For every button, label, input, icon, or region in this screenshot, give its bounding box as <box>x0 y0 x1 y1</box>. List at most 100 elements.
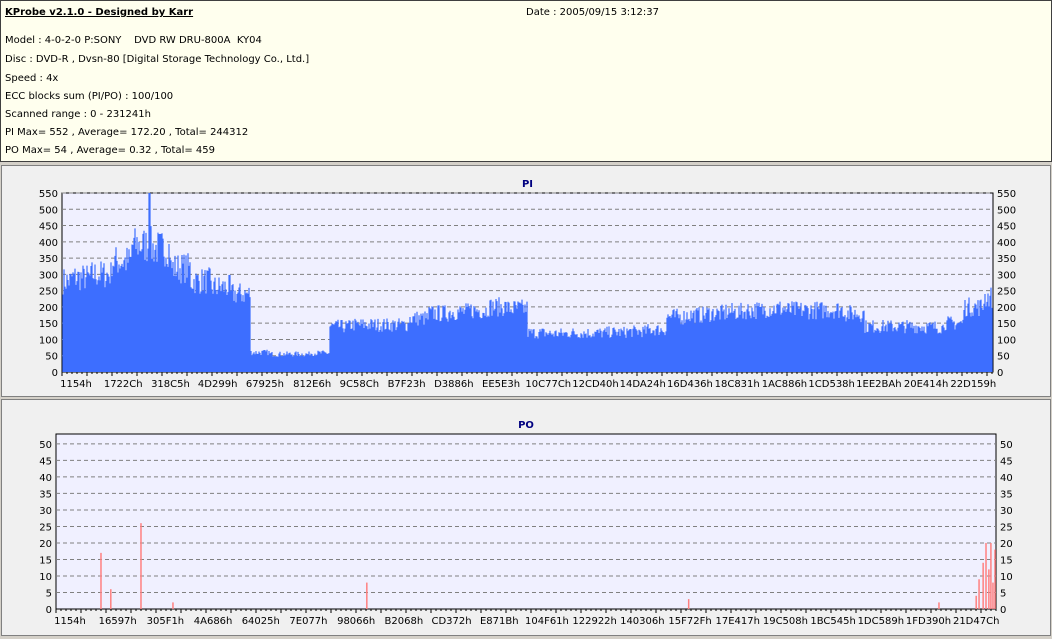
x-tick-label: 1154h <box>54 616 86 627</box>
x-tick-label: 1154h <box>60 379 92 390</box>
y-tick-label-right: 25 <box>1000 522 1013 533</box>
x-tick-label: 16D436h <box>667 379 713 390</box>
x-tick-label: 318C5h <box>151 379 190 390</box>
y-tick-label-right: 300 <box>997 270 1016 281</box>
x-tick-label: B7F23h <box>388 379 426 390</box>
pi-stats-line: PI Max= 552 , Average= 172.20 , Total= 2… <box>5 127 249 138</box>
scan-date: Date : 2005/09/15 3:12:37 <box>526 7 659 18</box>
y-tick-label-left: 20 <box>39 539 52 550</box>
y-tick-label-right: 45 <box>1000 456 1013 467</box>
x-tick-label: 140306h <box>620 616 665 627</box>
y-tick-label-right: 10 <box>1000 572 1013 583</box>
disc-line: Disc : DVD-R , Dvsn-80 [Digital Storage … <box>5 54 310 65</box>
x-tick-label: 9C58Ch <box>340 379 379 390</box>
y-tick-label-right: 40 <box>1000 473 1013 484</box>
x-tick-label: 21D47Ch <box>953 616 999 627</box>
y-tick-label-left: 50 <box>45 352 58 363</box>
y-tick-label-right: 50 <box>997 352 1010 363</box>
pi-chart-panel: PI 0 0 50 50 100 100 150 150 200 200 250 250 300 300 35… <box>1 165 1051 397</box>
y-tick-label-left: 300 <box>39 270 58 281</box>
x-tick-label: 104F61h <box>525 616 569 627</box>
po-stats-line: PO Max= 54 , Average= 0.32 , Total= 459 <box>5 145 215 156</box>
x-tick-label: E871Bh <box>480 616 519 627</box>
po-chart-panel: PO 0 0 5 5 10 10 15 15 20 20 25 25 30 30 35 35 40 40 45 45 50… <box>1 399 1051 636</box>
x-tick-label: 22D159h <box>950 379 996 390</box>
x-tick-label: 305F1h <box>147 616 185 627</box>
x-tick-label: EE5E3h <box>482 379 520 390</box>
x-tick-label: 10C77Ch <box>525 379 571 390</box>
y-tick-label-left: 25 <box>39 522 52 533</box>
y-tick-label-left: 100 <box>39 335 58 346</box>
y-tick-label-right: 15 <box>1000 555 1013 566</box>
po-chart: PO 0 0 5 5 10 10 15 15 20 20 25 25 30 30 35 35 40 40 45 45 50… <box>39 420 1013 627</box>
chart-title: PO <box>518 420 534 431</box>
x-tick-label: 812E6h <box>293 379 331 390</box>
x-tick-label: 19C508h <box>763 616 808 627</box>
x-tick-label: D3886h <box>434 379 474 390</box>
y-tick-label-left: 50 <box>39 440 52 451</box>
y-tick-label-right: 250 <box>997 287 1016 298</box>
y-tick-label-right: 550 <box>997 189 1016 200</box>
x-tick-label: 20E414h <box>904 379 948 390</box>
y-tick-label-right: 20 <box>1000 539 1013 550</box>
y-tick-label-left: 0 <box>46 605 52 616</box>
y-tick-label-right: 30 <box>1000 506 1013 517</box>
x-tick-label: 18C831h <box>715 379 760 390</box>
x-tick-label: 15F72Fh <box>668 616 711 627</box>
y-tick-label-left: 10 <box>39 572 52 583</box>
x-tick-label: 67925h <box>246 379 284 390</box>
speed-line: Speed : 4x <box>5 73 59 84</box>
y-tick-label-left: 500 <box>39 205 58 216</box>
y-tick-label-right: 400 <box>997 238 1016 249</box>
y-tick-label-left: 15 <box>39 555 52 566</box>
y-tick-label-right: 450 <box>997 222 1016 233</box>
y-tick-label-right: 35 <box>1000 489 1013 500</box>
y-tick-label-left: 400 <box>39 238 58 249</box>
x-tick-label: B2068h <box>385 616 424 627</box>
pi-chart: PI 0 0 50 50 100 100 150 150 200 200 250 250 300 300 35… <box>39 179 1016 390</box>
ecc-line: ECC blocks sum (PI/PO) : 100/100 <box>5 91 174 102</box>
x-tick-label: 1AC886h <box>762 379 807 390</box>
chart-title: PI <box>522 179 533 190</box>
y-tick-label-right: 5 <box>1000 588 1006 599</box>
x-tick-label: 64025h <box>242 616 280 627</box>
y-tick-label-left: 150 <box>39 319 58 330</box>
x-tick-label: 4A686h <box>194 616 233 627</box>
range-line: Scanned range : 0 - 231241h <box>5 109 151 120</box>
y-tick-label-left: 45 <box>39 456 52 467</box>
x-tick-label: 98066h <box>337 616 375 627</box>
y-tick-label-left: 200 <box>39 303 58 314</box>
x-tick-label: 14DA24h <box>620 379 666 390</box>
x-tick-label: 1DC589h <box>858 616 904 627</box>
x-tick-label: 16597h <box>99 616 137 627</box>
x-tick-label: 4D299h <box>198 379 238 390</box>
x-tick-label: 1FD390h <box>906 616 951 627</box>
info-panel: KProbe v2.1.0 - Designed by Karr Date : … <box>0 0 1052 162</box>
y-tick-label-right: 0 <box>997 368 1003 379</box>
x-tick-label: 1EE2BAh <box>856 379 901 390</box>
y-tick-label-right: 200 <box>997 303 1016 314</box>
y-tick-label-left: 5 <box>46 588 52 599</box>
x-tick-label: 12CD40h <box>572 379 618 390</box>
y-tick-label-right: 500 <box>997 205 1016 216</box>
y-tick-label-left: 0 <box>52 368 58 379</box>
y-tick-label-left: 550 <box>39 189 58 200</box>
y-tick-label-right: 350 <box>997 254 1016 265</box>
x-tick-label: 1BC545h <box>810 616 855 627</box>
x-tick-label: 7E077h <box>289 616 327 627</box>
x-tick-label: 17E417h <box>715 616 759 627</box>
x-tick-label: 122922h <box>572 616 617 627</box>
x-tick-label: 1722Ch <box>104 379 143 390</box>
app-title: KProbe v2.1.0 - Designed by Karr <box>5 7 194 18</box>
y-tick-label-left: 40 <box>39 473 52 484</box>
x-tick-label: CD372h <box>432 616 472 627</box>
model-line: Model : 4-0-2-0 P:SONY DVD RW DRU-800A K… <box>5 35 262 46</box>
y-tick-label-right: 150 <box>997 319 1016 330</box>
y-tick-label-left: 35 <box>39 489 52 500</box>
x-tick-label: 1CD538h <box>808 379 854 390</box>
y-tick-label-right: 50 <box>1000 440 1013 451</box>
y-tick-label-right: 100 <box>997 335 1016 346</box>
y-tick-label-left: 350 <box>39 254 58 265</box>
y-tick-label-left: 450 <box>39 222 58 233</box>
y-tick-label-left: 250 <box>39 287 58 298</box>
